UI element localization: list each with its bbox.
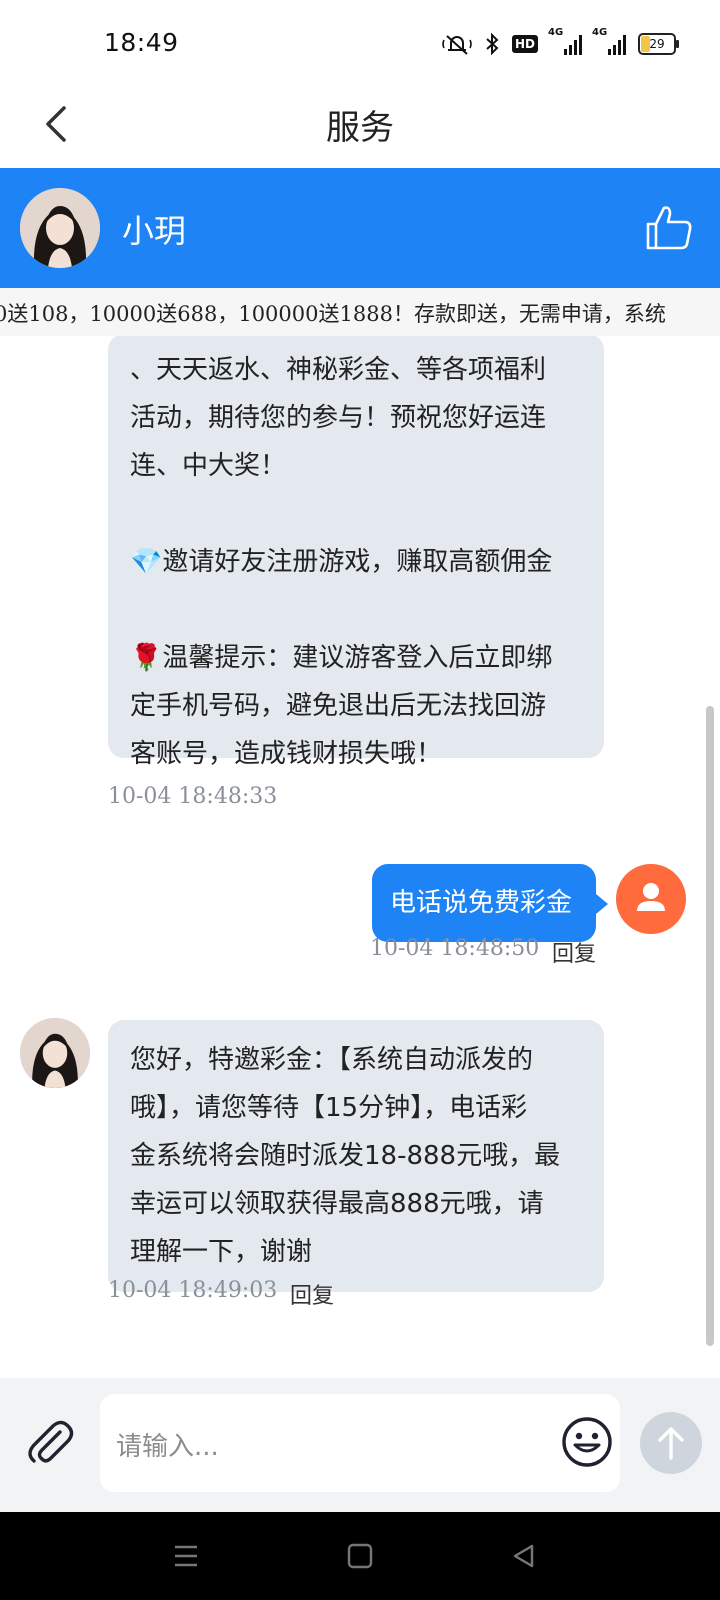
agent-avatar xyxy=(20,1018,90,1088)
message-input[interactable]: 请输入... xyxy=(100,1394,620,1492)
message-line: 、天天返水、神秘彩金、等各项福利 xyxy=(130,355,547,385)
input-bar: 请输入... xyxy=(0,1378,720,1512)
back-icon[interactable] xyxy=(510,1542,538,1570)
nav-bar: 服务 xyxy=(0,88,720,168)
agent-message-bubble: 、天天返水、神秘彩金、等各项福利 活动，期待您的参与！预祝您好运连 连、中大奖！… xyxy=(108,336,604,769)
announcement-text: 0送108，10000送688，100000送1888！存款即送，无需申请，系统 xyxy=(0,302,666,326)
message-timestamp: 10-04 18:48:33 xyxy=(108,784,278,809)
message-line: 🌹温馨提示：建议游客登入后立即绑 xyxy=(130,643,553,673)
status-icons: HD 4G 4G 29 xyxy=(442,27,679,60)
send-button[interactable] xyxy=(640,1412,702,1474)
status-bar: 18:49 HD 4G 4G 29 xyxy=(0,0,720,88)
paperclip-icon[interactable] xyxy=(24,1416,76,1468)
message-line xyxy=(130,490,582,538)
message-line: 连、中大奖！ xyxy=(130,451,287,481)
menu-icon[interactable] xyxy=(172,1542,200,1570)
agent-name: 小玥 xyxy=(122,212,187,250)
input-placeholder: 请输入... xyxy=(116,1432,219,1462)
home-icon[interactable] xyxy=(346,1542,374,1570)
message-timestamp: 10-04 18:48:50 xyxy=(370,936,540,961)
message-line: 活动，期待您的参与！预祝您好运连 xyxy=(130,403,547,433)
message-line: 理解一下，谢谢 xyxy=(130,1237,313,1267)
battery-icon: 29 xyxy=(638,33,679,55)
message-line: 哦】，请您等待【15分钟】，电话彩 xyxy=(130,1093,528,1123)
message-line: 幸运可以领取获得最高888元哦，请 xyxy=(130,1189,544,1219)
agent-header: 小玥 xyxy=(0,168,720,288)
smiley-icon[interactable] xyxy=(560,1415,614,1469)
status-time: 18:49 xyxy=(104,28,179,57)
network-type-label: 4G xyxy=(592,27,608,38)
bluetooth-icon xyxy=(486,32,499,56)
avatar[interactable] xyxy=(20,188,100,268)
message-line xyxy=(130,586,582,634)
message-line: 💎邀请好友注册游戏，赚取高额佣金 xyxy=(130,547,553,577)
message-line: 金系统将会随时派发18-888元哦，最 xyxy=(130,1141,561,1171)
chat-area[interactable]: 、天天返水、神秘彩金、等各项福利 活动，期待您的参与！预祝您好运连 连、中大奖！… xyxy=(0,336,720,1378)
arrow-up-icon xyxy=(658,1427,684,1460)
message-line: 定手机号码，避免退出后无法找回游 xyxy=(130,691,547,721)
thumbs-up-icon[interactable] xyxy=(644,202,694,252)
scrollbar[interactable] xyxy=(706,706,714,1346)
signal-icon: 4G xyxy=(548,27,582,55)
agent-message-bubble: 您好，特邀彩金：【系统自动派发的 哦】，请您等待【15分钟】，电话彩 金系统将会… xyxy=(108,1020,604,1292)
system-navigation-bar xyxy=(0,1512,720,1600)
message-line: 您好，特邀彩金：【系统自动派发的 xyxy=(130,1045,534,1075)
user-message-bubble: 电话说免费彩金 xyxy=(372,864,608,942)
message-line: 客账号，造成钱财损失哦！ xyxy=(130,739,443,769)
mute-icon xyxy=(442,35,472,55)
message-timestamp: 10-04 18:49:03 xyxy=(108,1278,278,1303)
reply-button[interactable]: 回复 xyxy=(290,1278,334,1310)
announcement-marquee: 0送108，10000送688，100000送1888！存款即送，无需申请，系统 xyxy=(0,288,720,336)
network-type-label: 4G xyxy=(548,27,564,38)
battery-level: 29 xyxy=(649,37,665,51)
person-icon xyxy=(637,883,665,911)
signal-icon: 4G xyxy=(592,27,626,55)
page-title: 服务 xyxy=(326,108,394,148)
user-avatar xyxy=(616,864,686,934)
reply-button[interactable]: 回复 xyxy=(552,936,596,968)
hd-icon: HD xyxy=(511,35,538,53)
